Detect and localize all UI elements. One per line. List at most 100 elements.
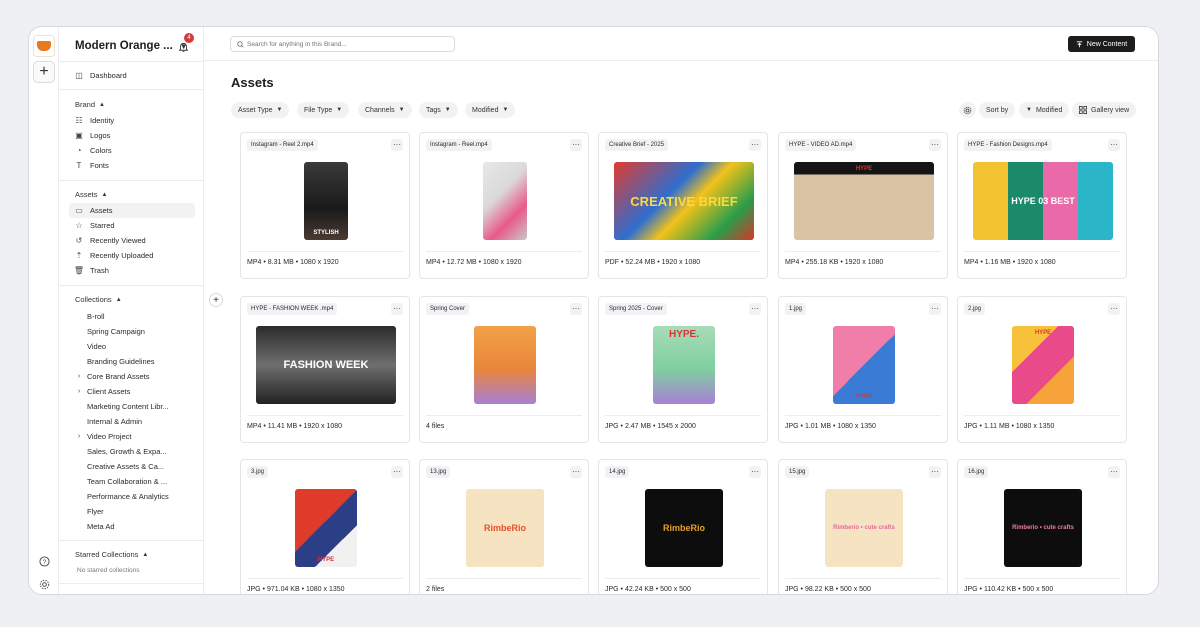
filter-file-type[interactable]: File Type ▼ <box>297 102 350 118</box>
section-starred-collections[interactable]: Starred Collections ▲ <box>75 550 148 559</box>
collection-label: Flyer <box>87 506 104 516</box>
section-brand[interactable]: Brand ▲ <box>75 100 105 109</box>
more-options-icon[interactable]: ··· <box>570 466 582 478</box>
sidebar-item-identity[interactable]: ☷ Identity <box>69 113 195 128</box>
asset-thumbnail[interactable]: HYPE 03 BEST <box>973 162 1113 240</box>
asset-thumbnail[interactable]: CREATIVE BRIEF <box>614 162 754 240</box>
collection-item[interactable]: Flyer <box>69 504 195 518</box>
search-input[interactable] <box>247 40 447 48</box>
asset-card[interactable]: 16.jpg ··· Rimberio • cute crafts JPG • 110… <box>957 459 1127 594</box>
more-options-icon[interactable]: ··· <box>1108 303 1120 315</box>
collection-item[interactable]: Spring Campaign <box>69 324 195 338</box>
more-options-icon[interactable]: ··· <box>929 139 941 151</box>
collection-item[interactable]: › Client Assets <box>69 384 195 398</box>
asset-card[interactable]: HYPE - FASHION WEEK .mp4 ··· FASHION WEEK M… <box>240 296 410 443</box>
sidebar-item-colors[interactable]: ◔ Colors <box>69 143 195 158</box>
asset-card[interactable]: Instagram - Reel.mp4 ··· MP4 • 12.72 MB • … <box>419 132 589 279</box>
sidebar-item-fonts[interactable]: T Fonts <box>69 158 195 173</box>
asset-thumbnail[interactable]: HYPE <box>1012 326 1074 404</box>
more-options-icon[interactable]: ··· <box>929 466 941 478</box>
sort-by-label-button[interactable]: Sort by <box>979 102 1016 118</box>
asset-thumbnail[interactable]: HYPE. <box>653 326 715 404</box>
chevron-right-icon[interactable]: › <box>73 373 85 380</box>
chevron-down-icon: ▼ <box>444 107 451 113</box>
search-box[interactable] <box>230 36 455 52</box>
view-settings-button[interactable] <box>959 102 976 118</box>
asset-thumbnail[interactable]: STYLISH <box>304 162 348 240</box>
more-options-icon[interactable]: ··· <box>749 466 761 478</box>
section-label: Assets <box>75 190 98 199</box>
collection-item[interactable]: Meta Ad <box>69 519 195 533</box>
section-assets[interactable]: Assets ▲ <box>75 190 107 199</box>
asset-card[interactable]: 1.jpg ··· HYPE JPG • 1.01 MB • 1080 x 1350 <box>778 296 948 443</box>
more-options-icon[interactable]: ··· <box>570 139 582 151</box>
filter-tags[interactable]: Tags ▼ <box>419 102 458 118</box>
chevron-right-icon[interactable]: › <box>73 388 85 395</box>
asset-name: Spring Cover <box>426 303 470 315</box>
sidebar-item-dashboard[interactable]: ◫ Dashboard <box>69 68 195 83</box>
more-options-icon[interactable]: ··· <box>929 303 941 315</box>
more-options-icon[interactable]: ··· <box>749 139 761 151</box>
asset-thumbnail[interactable]: HYPE <box>295 489 357 567</box>
collection-item[interactable]: Team Collaboration & ... <box>69 474 195 488</box>
asset-card[interactable]: 15.jpg ··· Rimberio • cute crafts JPG • 98.… <box>778 459 948 594</box>
sort-value-dropdown[interactable]: ▼ Modified <box>1019 102 1070 118</box>
asset-card[interactable]: HYPE - VIDEO AD.mp4 ··· HYPE MP4 • 255.18 K… <box>778 132 948 279</box>
asset-card[interactable]: 2.jpg ··· HYPE JPG • 1.11 MB • 1080 x 1350 <box>957 296 1127 443</box>
collection-item[interactable]: › Video Project <box>69 429 195 443</box>
asset-card[interactable]: HYPE - Fashion Designs.mp4 ··· HYPE 03 BES… <box>957 132 1127 279</box>
more-options-icon[interactable]: ··· <box>391 303 403 315</box>
asset-card[interactable]: 13.jpg ··· RimbeRio 2 files <box>419 459 589 594</box>
filter-modified[interactable]: Modified ▼ <box>465 102 516 118</box>
collection-item[interactable]: Performance & Analytics <box>69 489 195 503</box>
sidebar-item-starred[interactable]: ☆ Starred <box>69 218 195 233</box>
asset-thumbnail[interactable]: HYPE <box>833 326 895 404</box>
collection-item[interactable]: B-roll <box>69 309 195 323</box>
collection-item[interactable]: Creative Assets & Ca... <box>69 459 195 473</box>
more-options-icon[interactable]: ··· <box>1108 466 1120 478</box>
sidebar-item-recently-uploaded[interactable]: ⇡ Recently Uploaded <box>69 248 195 263</box>
asset-thumbnail[interactable]: Rimberio • cute crafts <box>825 489 903 567</box>
sidebar-item-logos[interactable]: ▣ Logos <box>69 128 195 143</box>
chevron-right-icon[interactable]: › <box>73 433 85 440</box>
gallery-view-button[interactable]: Gallery view <box>1072 102 1137 118</box>
asset-card[interactable]: 3.jpg ··· HYPE JPG • 971.04 KB • 1080 x 135… <box>240 459 410 594</box>
filter-asset-type[interactable]: Asset Type ▼ <box>231 102 290 118</box>
more-options-icon[interactable]: ··· <box>391 466 403 478</box>
asset-thumbnail[interactable]: Rimberio • cute crafts <box>1004 489 1082 567</box>
asset-thumbnail[interactable]: RimbeRio <box>645 489 723 567</box>
new-content-button[interactable]: New Content <box>1068 36 1135 52</box>
help-icon[interactable]: ? <box>37 554 51 568</box>
collection-item[interactable]: Video <box>69 339 195 353</box>
asset-card[interactable]: 14.jpg ··· RimbeRio JPG • 42.24 KB • 500 x … <box>598 459 768 594</box>
collection-item[interactable]: › Core Brand Assets <box>69 369 195 383</box>
collection-item[interactable]: Branding Guidelines <box>69 354 195 368</box>
asset-card[interactable]: Instagram - Reel 2.mp4 ··· STYLISH MP4 • 8.… <box>240 132 410 279</box>
sidebar-item-trash[interactable]: 🗑 Trash <box>69 263 195 278</box>
sidebar-item-recently-viewed[interactable]: ↺ Recently Viewed <box>69 233 195 248</box>
card-divider <box>785 415 941 416</box>
brand-logo[interactable] <box>33 35 55 57</box>
settings-icon[interactable] <box>37 577 51 591</box>
asset-thumbnail[interactable] <box>483 162 527 240</box>
collection-item[interactable]: Marketing Content Libr... <box>69 399 195 413</box>
asset-thumbnail[interactable]: RimbeRio <box>466 489 544 567</box>
section-collections[interactable]: Collections ▲ <box>75 295 122 304</box>
more-options-icon[interactable]: ··· <box>570 303 582 315</box>
asset-card[interactable]: Creative Brief - 2025 ··· CREATIVE BRIEF PD… <box>598 132 768 279</box>
collection-item[interactable]: Sales, Growth & Expa... <box>69 444 195 458</box>
filter-channels[interactable]: Channels ▼ <box>358 102 412 118</box>
asset-card[interactable]: Spring Cover ··· 4 files <box>419 296 589 443</box>
add-collection-button[interactable]: + <box>209 293 223 307</box>
collection-label: Spring Campaign <box>87 326 145 336</box>
asset-thumbnail[interactable] <box>474 326 536 404</box>
asset-card[interactable]: Spring 2025 - Cover ··· HYPE. JPG • 2.47 MB… <box>598 296 768 443</box>
more-options-icon[interactable]: ··· <box>391 139 403 151</box>
collection-item[interactable]: Internal & Admin <box>69 414 195 428</box>
asset-thumbnail[interactable]: HYPE <box>794 162 934 240</box>
more-options-icon[interactable]: ··· <box>1108 139 1120 151</box>
add-brand-button[interactable]: + <box>33 61 55 83</box>
asset-thumbnail[interactable]: FASHION WEEK <box>256 326 396 404</box>
sidebar-item-assets[interactable]: ▭ Assets <box>69 203 195 218</box>
more-options-icon[interactable]: ··· <box>749 303 761 315</box>
